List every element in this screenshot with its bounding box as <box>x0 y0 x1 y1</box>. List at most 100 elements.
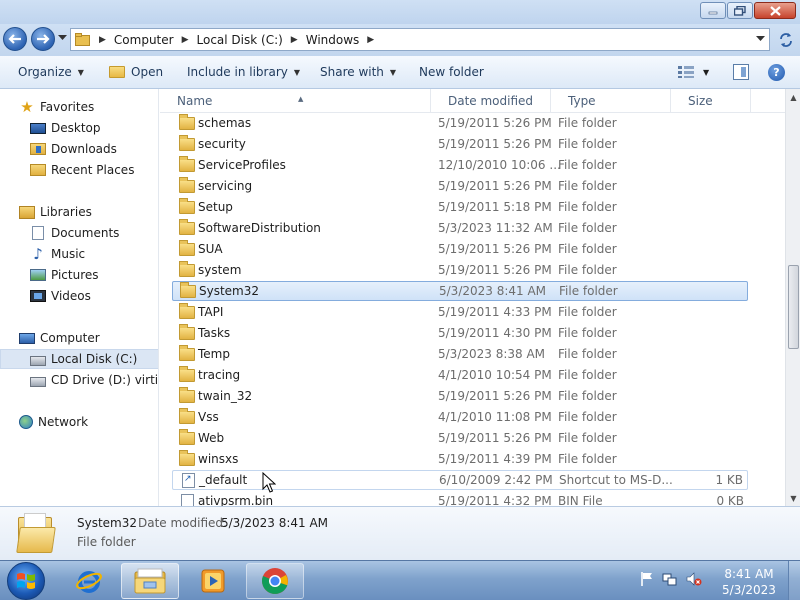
recent-pages-dropdown-icon[interactable] <box>58 35 67 41</box>
nav-pictures[interactable]: Pictures <box>0 265 158 285</box>
folder-icon <box>179 197 195 214</box>
libraries-icon <box>19 205 35 219</box>
taskbar-internet-explorer[interactable] <box>60 563 118 599</box>
file-date-modified: 5/3/2023 8:38 AM <box>438 347 546 361</box>
breadcrumb-computer[interactable]: Computer ▶ <box>110 29 193 50</box>
file-row[interactable]: SoftwareDistribution 5/3/2023 11:32 AM Fil… <box>172 218 748 238</box>
address-history-dropdown-icon[interactable] <box>756 36 765 42</box>
nav-libraries[interactable]: Libraries <box>0 202 158 222</box>
refresh-button[interactable] <box>776 30 796 50</box>
file-row[interactable]: security 5/19/2011 5:26 PM File folder <box>172 134 748 154</box>
breadcrumb-windows[interactable]: Windows ▶ <box>302 29 379 50</box>
file-type: File folder <box>558 326 617 340</box>
file-row[interactable]: Vss 4/1/2010 11:08 PM File folder <box>172 407 748 427</box>
nav-desktop[interactable]: Desktop <box>0 118 158 138</box>
new-folder-button[interactable]: New folder <box>419 65 484 79</box>
file-row[interactable]: System32 5/3/2023 8:41 AM File folder <box>172 281 748 301</box>
file-row[interactable]: system 5/19/2011 5:26 PM File folder <box>172 260 748 280</box>
action-center-flag-icon[interactable] <box>640 571 654 587</box>
back-button[interactable] <box>3 27 27 51</box>
maximize-button[interactable] <box>727 2 753 19</box>
file-row[interactable]: ativpsrm.bin 5/19/2011 4:32 PM BIN File 0 K… <box>172 491 748 506</box>
nav-network[interactable]: Network <box>0 412 158 432</box>
file-size: 1 KB <box>715 473 743 487</box>
file-row[interactable]: ServiceProfiles 12/10/2010 10:06 ... File … <box>172 155 748 175</box>
include-in-library-button[interactable]: Include in library ▼ <box>187 65 300 79</box>
file-row[interactable]: tracing 4/1/2010 10:54 PM File folder <box>172 365 748 385</box>
file-date-modified: 5/3/2023 11:32 AM <box>438 221 553 235</box>
desktop-icon <box>30 122 46 134</box>
nav-music[interactable]: ♪ Music <box>0 244 158 264</box>
preview-pane-button[interactable] <box>733 64 749 80</box>
nav-downloads[interactable]: Downloads <box>0 139 158 159</box>
nav-videos[interactable]: Videos <box>0 286 158 306</box>
file-row[interactable]: winsxs 5/19/2011 4:39 PM File folder <box>172 449 748 469</box>
share-with-button[interactable]: Share with ▼ <box>320 65 396 79</box>
file-row[interactable]: twain_32 5/19/2011 5:26 PM File folder <box>172 386 748 406</box>
taskbar-chrome[interactable] <box>246 563 304 599</box>
nav-recent-places[interactable]: Recent Places <box>0 160 158 180</box>
column-header-name[interactable]: ▲ Name <box>160 89 431 113</box>
nav-videos-label: Videos <box>51 289 91 303</box>
file-name: schemas <box>198 116 252 130</box>
change-view-icon[interactable] <box>678 66 694 78</box>
file-row[interactable]: schemas 5/19/2011 5:26 PM File folder <box>172 113 748 133</box>
windows-logo-icon <box>17 573 35 589</box>
taskbar-windows-explorer[interactable] <box>121 563 179 599</box>
view-options-dropdown-icon[interactable]: ▼ <box>703 68 709 77</box>
column-header-type[interactable]: Type <box>551 89 671 113</box>
file-row[interactable]: TAPI 5/19/2011 4:33 PM File folder <box>172 302 748 322</box>
file-type: BIN File <box>558 494 603 506</box>
scroll-up-arrow-icon[interactable]: ▲ <box>786 89 800 105</box>
taskbar-media-player[interactable] <box>184 563 242 599</box>
scrollbar-thumb[interactable] <box>788 265 799 349</box>
nav-documents[interactable]: Documents <box>0 223 158 243</box>
vertical-scrollbar[interactable]: ▲ ▼ <box>785 89 800 506</box>
close-button[interactable] <box>754 2 796 19</box>
computer-icon <box>19 332 35 344</box>
file-row[interactable]: Temp 5/3/2023 8:38 AM File folder <box>172 344 748 364</box>
start-button[interactable] <box>7 562 45 600</box>
file-row[interactable]: _default 6/10/2009 2:42 PM Shortcut to MS-… <box>172 470 748 490</box>
address-bar[interactable]: ▶ Computer ▶ Local Disk (C:) ▶ Windows ▶ <box>70 28 770 51</box>
breadcrumb-label[interactable]: Windows <box>306 33 360 47</box>
chevron-right-icon[interactable]: ▶ <box>367 35 374 45</box>
nav-cd-drive[interactable]: CD Drive (D:) virtio-win <box>0 370 158 390</box>
nav-desktop-label: Desktop <box>51 121 101 135</box>
breadcrumb-label[interactable]: Computer <box>114 33 174 47</box>
file-row[interactable]: Web 5/19/2011 5:26 PM File folder <box>172 428 748 448</box>
file-name: SUA <box>198 242 223 256</box>
file-row[interactable]: Tasks 5/19/2011 4:30 PM File folder <box>172 323 748 343</box>
file-row[interactable]: servicing 5/19/2011 5:26 PM File folder <box>172 176 748 196</box>
file-type: File folder <box>558 305 617 319</box>
folder-icon <box>179 344 195 361</box>
videos-icon <box>30 290 46 302</box>
nav-local-disk[interactable]: Local Disk (C:) <box>0 349 158 369</box>
file-row[interactable]: Setup 5/19/2011 5:18 PM File folder <box>172 197 748 217</box>
scroll-down-arrow-icon[interactable]: ▼ <box>786 490 800 506</box>
chevron-right-icon[interactable]: ▶ <box>182 35 189 45</box>
breadcrumb-local-disk[interactable]: Local Disk (C:) ▶ <box>193 29 302 50</box>
taskbar-clock[interactable]: 8:41 AM 5/3/2023 <box>714 566 784 598</box>
organize-button[interactable]: Organize ▼ <box>18 65 84 79</box>
address-root-folder[interactable]: ▶ <box>71 29 110 50</box>
nav-computer[interactable]: Computer <box>0 328 158 348</box>
network-status-icon[interactable] <box>662 571 678 587</box>
column-header-size[interactable]: Size <box>671 89 751 113</box>
chevron-down-icon: ▼ <box>77 67 84 77</box>
file-row[interactable]: SUA 5/19/2011 5:26 PM File folder <box>172 239 748 259</box>
file-name: system <box>198 263 242 277</box>
nav-favorites[interactable]: ★ Favorites <box>0 97 158 117</box>
volume-muted-icon[interactable] <box>686 571 702 587</box>
breadcrumb-label[interactable]: Local Disk (C:) <box>197 33 283 47</box>
column-header-date[interactable]: Date modified <box>431 89 551 113</box>
open-button[interactable]: Open <box>109 65 163 79</box>
minimize-button[interactable] <box>700 2 726 19</box>
file-date-modified: 5/19/2011 4:30 PM <box>438 326 552 340</box>
forward-button[interactable] <box>31 27 55 51</box>
help-button[interactable]: ? <box>768 64 785 81</box>
chevron-right-icon[interactable]: ▶ <box>99 35 106 45</box>
show-desktop-button[interactable] <box>788 561 800 600</box>
column-header-type-label: Type <box>568 94 596 108</box>
chevron-right-icon[interactable]: ▶ <box>291 35 298 45</box>
